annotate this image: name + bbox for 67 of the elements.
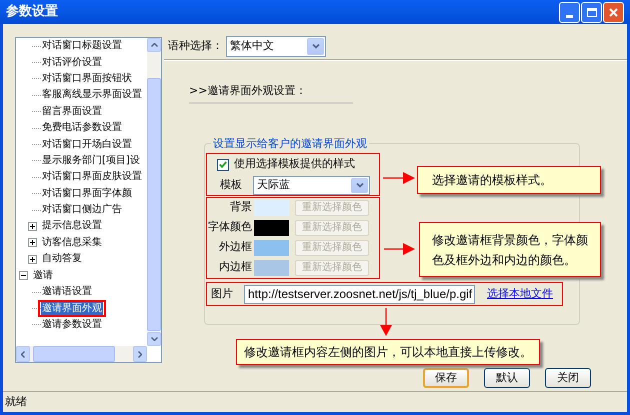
scroll-up-icon — [150, 43, 158, 47]
chevron-down-icon — [356, 182, 364, 188]
color-label: 背景 — [229, 199, 252, 216]
tree-item[interactable]: 邀请参数设置 — [41, 318, 103, 332]
dropdown-button[interactable] — [307, 38, 324, 55]
collapse-icon[interactable] — [19, 271, 28, 280]
scroll-left-icon — [21, 350, 25, 358]
language-select[interactable]: 繁体中文 — [226, 36, 326, 57]
expand-icon[interactable] — [28, 254, 37, 264]
arrow — [383, 172, 415, 184]
scroll-thumb[interactable] — [147, 78, 161, 331]
color-label: 字体颜色 — [207, 219, 252, 236]
select-value: 天际蓝 — [257, 176, 291, 193]
color-label: 外边框 — [218, 239, 252, 256]
minimize-button[interactable] — [559, 2, 580, 22]
close-button[interactable] — [603, 2, 624, 22]
template-label: 模板 — [219, 176, 243, 193]
checkbox-label: 使用选择模板提供的样式 — [234, 156, 355, 172]
callout: 修改邀请框背景颜色，字体颜色及框外边和内边的颜色。 — [419, 222, 601, 277]
check-icon — [219, 161, 227, 168]
tree-item[interactable]: 对话窗口界面字体颜 — [41, 186, 133, 201]
expand-icon[interactable] — [28, 222, 37, 231]
tree-item[interactable]: 对话窗口界面按钮状 — [41, 72, 133, 86]
checkbox[interactable] — [217, 158, 229, 170]
dropdown-button[interactable] — [351, 178, 368, 192]
scroll-right-icon — [138, 350, 142, 358]
image-label: 图片 — [211, 286, 234, 302]
dialog-button[interactable]: 关闭 — [545, 368, 591, 388]
minimize-icon — [566, 14, 573, 18]
tree-item[interactable]: 对话窗口侧边广告 — [41, 203, 123, 218]
maximize-button[interactable] — [581, 2, 602, 22]
scroll-down-icon — [150, 337, 158, 341]
callout: 选择邀请的模板样式。 — [417, 166, 601, 194]
scroll-thumb[interactable] — [33, 346, 115, 362]
vertical-scrollbar[interactable] — [147, 38, 161, 346]
tree-item[interactable]: 邀请界面外观 — [41, 302, 103, 315]
dialog-button[interactable]: 默认 — [484, 368, 530, 388]
tree-item[interactable]: 邀请语设置 — [41, 285, 93, 300]
arrow — [380, 308, 392, 336]
tree-item[interactable]: 免费电话参数设置 — [41, 121, 123, 136]
template-select[interactable]: 天际蓝 — [253, 176, 370, 194]
window-title: 参数设置 — [6, 3, 59, 22]
tree-item[interactable]: 对话窗口开场白设置 — [41, 138, 133, 152]
tree-item[interactable]: 提示信息设置 — [41, 219, 103, 234]
tree-item[interactable]: 对话窗口标题设置 — [41, 39, 123, 54]
tree-item[interactable]: 显示服务部门[项目]设 — [41, 154, 141, 168]
section-title: >>邀请界面外观设置： — [189, 84, 306, 97]
arrow — [384, 243, 415, 255]
tree-item[interactable]: 留言界面设置 — [41, 104, 103, 119]
horizontal-scrollbar[interactable] — [16, 346, 147, 362]
close-icon — [609, 8, 618, 16]
language-label: 语种选择： — [168, 38, 224, 54]
choose-file-link[interactable]: 选择本地文件 — [487, 286, 553, 302]
callout: 修改邀请框内容左侧的图片，可以本地直接上传修改。 — [236, 339, 540, 365]
dialog-button[interactable]: 保存 — [423, 368, 469, 388]
tree-item[interactable]: 对话窗口界面皮肤设置 — [41, 170, 143, 184]
expand-icon[interactable] — [28, 238, 37, 248]
color-label: 内边框 — [218, 259, 252, 276]
tree-item[interactable]: 邀请 — [32, 268, 54, 283]
tree-item[interactable]: 客服离线显示界面设置 — [41, 88, 143, 102]
chevron-down-icon — [312, 44, 320, 49]
maximize-icon — [586, 8, 596, 16]
status-text: 就绪 — [5, 394, 27, 410]
select-value: 繁体中文 — [230, 38, 275, 54]
tree-item[interactable]: 访客信息采集 — [41, 236, 103, 250]
tree-item[interactable]: 自动答复 — [41, 252, 83, 266]
tree-item[interactable]: 对话评价设置 — [41, 56, 103, 70]
